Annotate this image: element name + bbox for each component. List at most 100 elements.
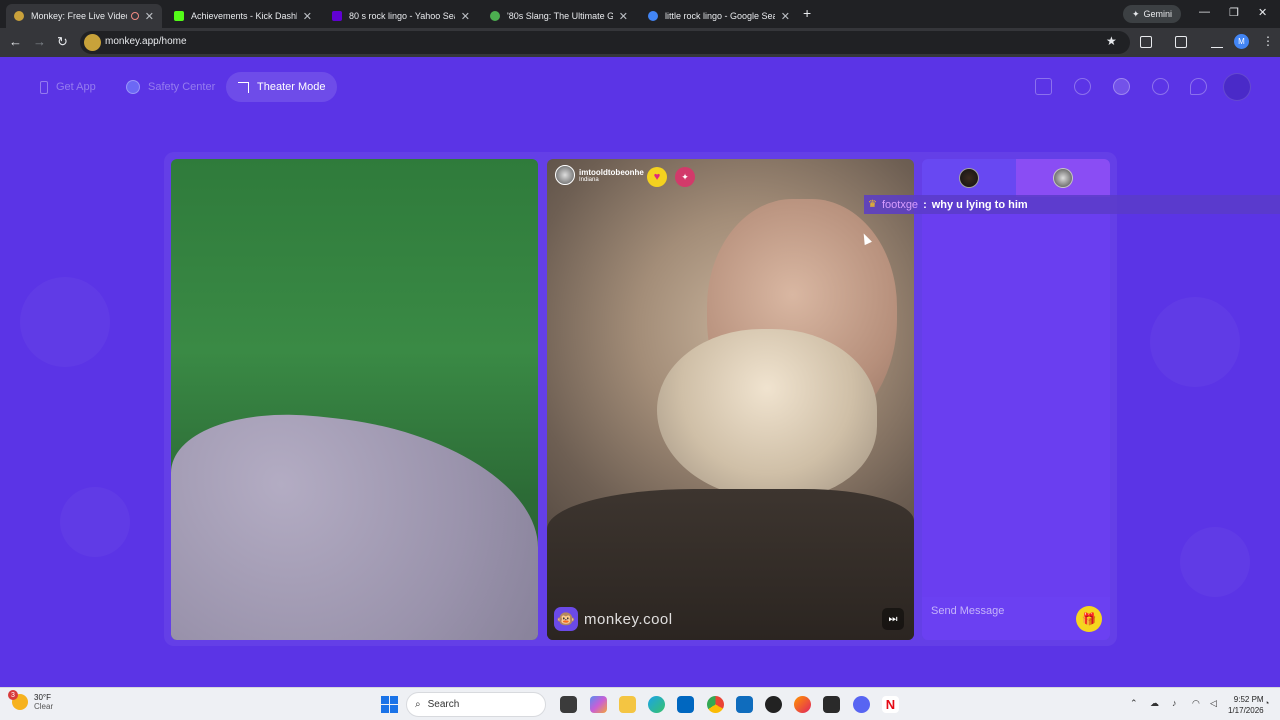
taskbar-clock[interactable]: 9:52 PM 1/17/2026 — [1228, 694, 1264, 716]
chat-participant-peer[interactable] — [1016, 159, 1110, 197]
tab-monkey[interactable]: Monkey: Free Live Video Ch ✕ — [6, 4, 162, 28]
chat-input-row: Send Message 🎁 — [922, 597, 1110, 640]
media-icon[interactable] — [1211, 36, 1223, 48]
clock-time: 9:52 PM — [1233, 695, 1264, 704]
minimize-icon[interactable]: — — [1199, 6, 1210, 18]
peer-user-chip[interactable]: imtooldtobeonhe Indiana — [555, 165, 644, 185]
app-icon[interactable] — [765, 696, 782, 713]
peer-location: Indiana — [579, 176, 599, 183]
tab-google[interactable]: little rock lingo - Google Search ✕ — [640, 4, 798, 28]
weather-temperature: 30°F — [34, 693, 51, 702]
chat-panel: Send Message 🎁 — [922, 159, 1110, 640]
peer-avatar — [555, 165, 575, 185]
crown-icon: ♛ — [868, 199, 877, 210]
get-app-button[interactable]: Get App — [28, 72, 108, 102]
participant-avatar — [959, 168, 979, 188]
site-info-icon[interactable] — [84, 34, 101, 51]
chat-message-text: why u lying to him — [931, 198, 1028, 211]
send-message-input[interactable]: Send Message — [931, 605, 1004, 617]
get-app-label: Get App — [56, 81, 96, 93]
address-bar[interactable]: monkey.app/home — [80, 31, 1130, 54]
monkey-logo-icon: 🐵 — [554, 607, 578, 631]
close-tab-icon[interactable]: ✕ — [461, 10, 470, 23]
copilot-icon[interactable] — [590, 696, 607, 713]
monkey-favicon-icon — [14, 11, 24, 21]
taskbar-search[interactable]: ⌕ Search — [406, 692, 546, 717]
chat-icon[interactable] — [1190, 78, 1207, 95]
participant-avatar — [1053, 168, 1073, 188]
heart-icon[interactable]: ♥ — [647, 167, 667, 187]
tray-overflow-icon[interactable]: ⌃ — [1130, 698, 1138, 709]
background-blob — [1150, 297, 1240, 387]
background-blob — [20, 277, 110, 367]
weather-badge: 3 — [8, 690, 18, 700]
sparkle-icon: ✦ — [1132, 8, 1140, 19]
gem-icon[interactable] — [1035, 78, 1052, 95]
gift-button[interactable]: 🎁 — [1076, 606, 1102, 632]
tab-label: Monkey: Free Live Video Ch — [31, 11, 127, 21]
recording-icon — [130, 12, 139, 20]
tab-label: 80 s rock lingo - Yahoo Search — [349, 11, 455, 21]
weather-widget[interactable]: 3 30°F Clear — [8, 690, 54, 711]
monkey-watermark: 🐵 monkey.cool — [554, 607, 673, 631]
wifi-icon[interactable]: ◠ — [1192, 698, 1200, 709]
close-window-icon[interactable]: ✕ — [1258, 6, 1267, 19]
edge-icon[interactable] — [648, 696, 665, 713]
close-tab-icon[interactable]: ✕ — [303, 10, 312, 23]
badge-icon[interactable]: ✦ — [675, 167, 695, 187]
background-blob — [60, 487, 130, 557]
onedrive-icon[interactable]: ☁ — [1150, 698, 1159, 709]
firefox-icon[interactable] — [794, 696, 811, 713]
reload-icon[interactable]: ↻ — [57, 34, 68, 50]
close-tab-icon[interactable]: ✕ — [781, 10, 790, 23]
background-blob — [1180, 527, 1250, 597]
forward-icon[interactable]: → — [33, 34, 46, 49]
tab-search-icon[interactable] — [1175, 36, 1187, 48]
weather-condition: Clear — [34, 702, 54, 711]
tab-yahoo[interactable]: 80 s rock lingo - Yahoo Search ✕ — [324, 4, 478, 28]
notification-bell-icon[interactable]: ◔ — [1264, 698, 1269, 708]
profile-avatar[interactable]: M — [1234, 34, 1249, 49]
taskbar-search-label: Search — [427, 699, 460, 710]
close-tab-icon[interactable]: ✕ — [145, 10, 154, 23]
search-icon[interactable] — [1074, 78, 1091, 95]
restore-icon[interactable]: ❐ — [1229, 6, 1239, 19]
netflix-icon[interactable]: N — [882, 696, 899, 713]
close-tab-icon[interactable]: ✕ — [619, 10, 628, 23]
chat-message-overlay: ♛ footxge : why u lying to him — [864, 195, 1280, 214]
url-text: monkey.app/home — [105, 36, 187, 47]
tab-80s-slang[interactable]: '80s Slang: The Ultimate Guide ✕ — [482, 4, 636, 28]
chrome-icon[interactable] — [707, 696, 724, 713]
history-icon[interactable] — [1152, 78, 1169, 95]
gemini-label: Gemini — [1143, 9, 1173, 19]
discord-icon[interactable] — [853, 696, 870, 713]
epic-games-icon[interactable] — [823, 696, 840, 713]
windows-start-icon[interactable] — [381, 696, 398, 713]
menu-kebab-icon[interactable]: ⋮ — [1262, 34, 1274, 48]
avatar-icon[interactable] — [1113, 78, 1130, 95]
outlook-icon[interactable] — [736, 696, 753, 713]
back-icon[interactable]: ← — [9, 34, 22, 49]
safety-center-label: Safety Center — [148, 81, 216, 93]
my-avatar[interactable] — [1223, 73, 1251, 101]
gemini-button[interactable]: ✦ Gemini — [1123, 5, 1182, 23]
monkey-page: Get App Safety Center Theater Mode imtoo… — [0, 57, 1280, 687]
tab-label: '80s Slang: The Ultimate Guide — [507, 11, 613, 21]
extensions-icon[interactable] — [1140, 36, 1152, 48]
task-view-icon[interactable] — [560, 696, 577, 713]
theater-mode-button[interactable]: Theater Mode — [226, 72, 338, 102]
chat-participant-self[interactable] — [922, 159, 1016, 197]
volume-icon[interactable]: ◁ — [1210, 698, 1217, 709]
store-icon[interactable] — [677, 696, 694, 713]
bookmark-star-icon[interactable]: ★ — [1106, 34, 1117, 48]
tab-kick[interactable]: Achievements - Kick Dashboard ✕ — [166, 4, 320, 28]
browser-tab-strip: Monkey: Free Live Video Ch ✕ Achievement… — [0, 0, 1280, 28]
search-icon: ⌕ — [415, 699, 421, 710]
skip-icon[interactable]: ⏭ — [882, 608, 904, 630]
microphone-icon[interactable]: ♪ — [1172, 698, 1177, 708]
clock-date: 1/17/2026 — [1228, 706, 1264, 715]
new-tab-button[interactable]: + — [803, 5, 811, 21]
file-explorer-icon[interactable] — [619, 696, 636, 713]
peer-beard — [657, 329, 877, 499]
safety-center-button[interactable]: Safety Center — [114, 72, 227, 102]
